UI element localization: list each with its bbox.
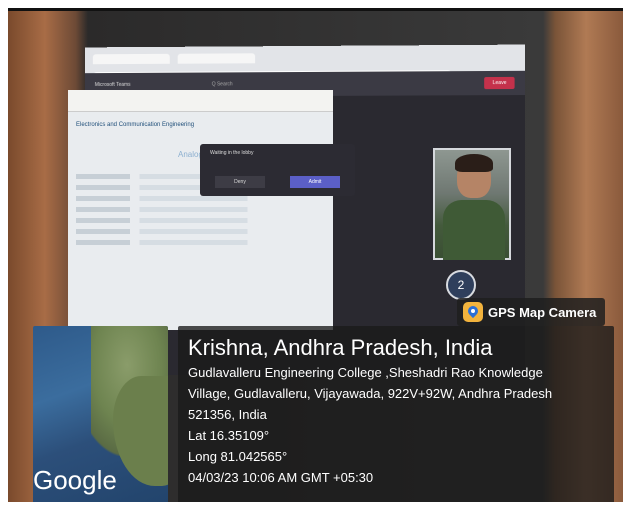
browser-tab [178, 53, 256, 64]
participant-count: 2 [446, 270, 476, 300]
doc-line [76, 218, 321, 223]
participant-video [433, 148, 511, 260]
doc-line [76, 240, 321, 245]
lobby-notification: Waiting in the lobby Deny Admit [200, 144, 355, 196]
top-edge [8, 8, 623, 11]
location-title: Krishna, Andhra Pradesh, India [188, 335, 493, 360]
doc-line [76, 196, 321, 201]
address-line: Village, Gudlavalleru, Vijayawada, 922V+… [188, 386, 553, 401]
browser-bar [84, 44, 525, 81]
browser-tab [92, 53, 170, 65]
shared-document: Electronics and Communication Engineerin… [68, 90, 333, 330]
shared-doc-title: Electronics and Communication Engineerin… [76, 122, 195, 128]
gps-camera-badge: GPS Map Camera [457, 298, 605, 326]
map-pin-icon [463, 302, 483, 322]
address-line: 521356, India [188, 407, 267, 422]
teams-search: Q Search [211, 81, 233, 88]
map-thumbnail: Google [33, 326, 168, 502]
google-logo: Google [33, 465, 117, 495]
doc-line [76, 229, 321, 234]
latitude: Lat 16.35109° [188, 428, 270, 443]
location-info-panel: Krishna, Andhra Pradesh, India Gudlavall… [178, 326, 614, 502]
lobby-text: Waiting in the lobby [210, 150, 254, 156]
doc-line [76, 207, 321, 212]
gps-badge-label: GPS Map Camera [488, 304, 597, 320]
photo: Microsoft Teams Q Search Leave Electroni… [8, 8, 623, 502]
deny-button: Deny [215, 176, 265, 188]
longitude: Long 81.042565° [188, 449, 288, 464]
participant-body [443, 200, 505, 260]
address-line: Gudlavalleru Engineering College ,Shesha… [188, 365, 543, 380]
participant-hair [455, 154, 493, 172]
admit-button: Admit [290, 176, 340, 188]
map-land [113, 376, 168, 486]
timestamp: 04/03/23 10:06 AM GMT +05:30 [188, 470, 374, 485]
leave-button: Leave [484, 76, 515, 90]
teams-title: Microsoft Teams [94, 81, 131, 89]
shared-doc-header [68, 90, 333, 112]
